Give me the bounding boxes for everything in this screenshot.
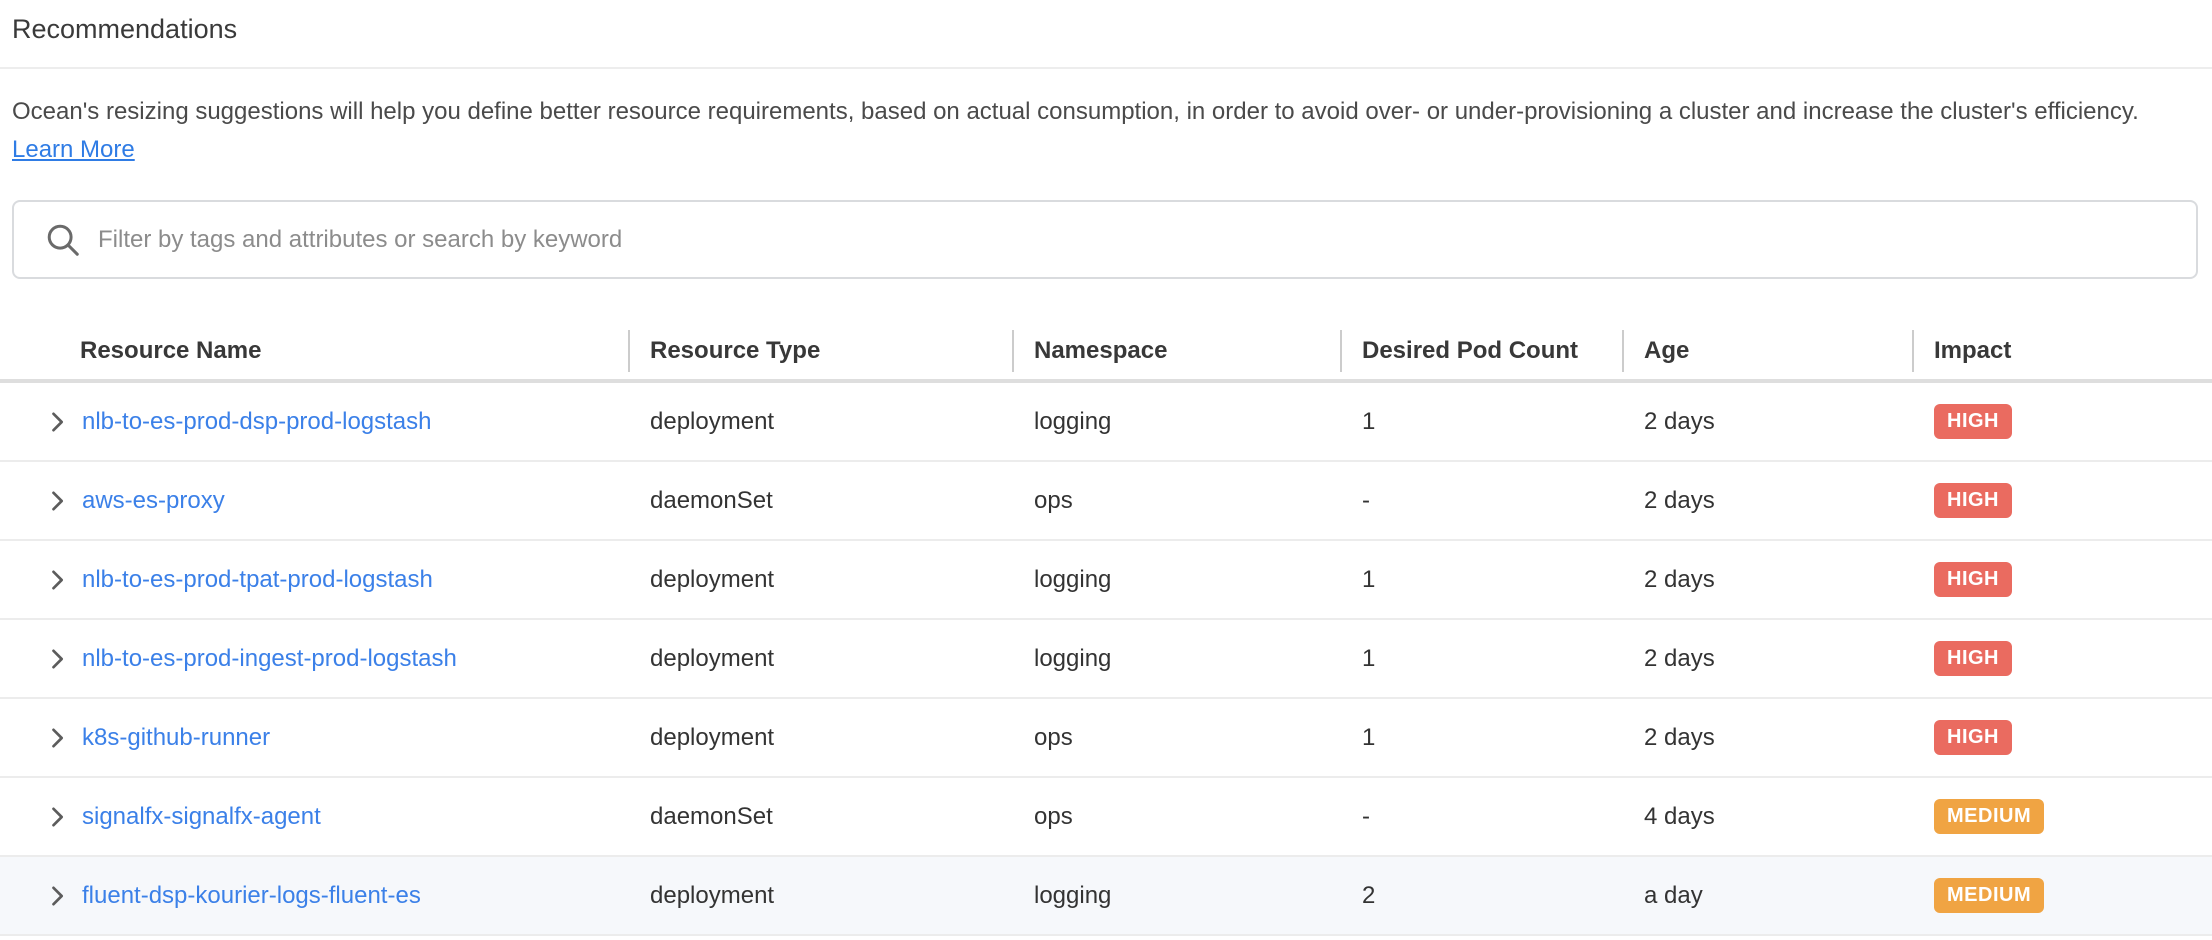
description-body: Ocean's resizing suggestions will help y… xyxy=(12,98,2139,125)
pod-count-cell: - xyxy=(1340,462,1622,539)
table-row[interactable]: aws-es-proxy daemonSet ops - 2 days HIGH xyxy=(0,462,2212,541)
resource-type-cell: deployment xyxy=(628,541,1012,618)
resource-name-cell: nlb-to-es-prod-ingest-prod-logstash xyxy=(0,620,628,697)
pod-count-cell: - xyxy=(1340,778,1622,855)
impact-badge: HIGH xyxy=(1934,483,2012,518)
resource-name-link[interactable]: aws-es-proxy xyxy=(82,487,225,515)
resource-name-link[interactable]: nlb-to-es-prod-dsp-prod-logstash xyxy=(82,408,432,436)
pod-count-cell: 1 xyxy=(1340,383,1622,460)
impact-cell: MEDIUM xyxy=(1912,857,2212,934)
age-cell: 2 days xyxy=(1622,541,1912,618)
resource-type-cell: daemonSet xyxy=(628,778,1012,855)
column-header-resource-name[interactable]: Resource Name xyxy=(0,323,628,379)
impact-cell: HIGH xyxy=(1912,541,2212,618)
title-divider xyxy=(0,67,2212,69)
age-cell: 4 days xyxy=(1622,778,1912,855)
namespace-cell: logging xyxy=(1012,620,1340,697)
impact-cell: HIGH xyxy=(1912,699,2212,776)
age-cell: 2 days xyxy=(1622,699,1912,776)
column-header-resource-type[interactable]: Resource Type xyxy=(628,323,1012,379)
column-header-impact[interactable]: Impact xyxy=(1912,323,2212,379)
table-row[interactable]: fluent-dsp-kourier-logs-fluent-es deploy… xyxy=(0,857,2212,936)
impact-badge: HIGH xyxy=(1934,641,2012,676)
column-header-age[interactable]: Age xyxy=(1622,323,1912,379)
namespace-cell: ops xyxy=(1012,778,1340,855)
pod-count-cell: 1 xyxy=(1340,699,1622,776)
resource-name-link[interactable]: nlb-to-es-prod-ingest-prod-logstash xyxy=(82,645,457,673)
namespace-cell: ops xyxy=(1012,462,1340,539)
chevron-right-icon[interactable] xyxy=(42,565,72,595)
table-row[interactable]: nlb-to-es-prod-dsp-prod-logstash deploym… xyxy=(0,383,2212,462)
page-title: Recommendations xyxy=(12,12,2212,46)
resource-name-cell: k8s-github-runner xyxy=(0,699,628,776)
impact-badge: HIGH xyxy=(1934,562,2012,597)
namespace-cell: logging xyxy=(1012,857,1340,934)
age-cell: 2 days xyxy=(1622,462,1912,539)
column-header-desired-pod-count[interactable]: Desired Pod Count xyxy=(1340,323,1622,379)
description-text: Ocean's resizing suggestions will help y… xyxy=(12,93,2188,169)
impact-badge: HIGH xyxy=(1934,720,2012,755)
resource-name-link[interactable]: k8s-github-runner xyxy=(82,724,270,752)
resource-type-cell: deployment xyxy=(628,857,1012,934)
resource-type-cell: deployment xyxy=(628,383,1012,460)
resource-name-link[interactable]: nlb-to-es-prod-tpat-prod-logstash xyxy=(82,566,433,594)
age-cell: a day xyxy=(1622,857,1912,934)
search-icon xyxy=(44,221,82,259)
namespace-cell: logging xyxy=(1012,541,1340,618)
resource-name-link[interactable]: signalfx-signalfx-agent xyxy=(82,803,321,831)
table-header: Resource Name Resource Type Namespace De… xyxy=(0,323,2212,383)
resource-name-cell: aws-es-proxy xyxy=(0,462,628,539)
resource-name-link[interactable]: fluent-dsp-kourier-logs-fluent-es xyxy=(82,882,421,910)
impact-cell: MEDIUM xyxy=(1912,778,2212,855)
namespace-cell: logging xyxy=(1012,383,1340,460)
column-header-namespace[interactable]: Namespace xyxy=(1012,323,1340,379)
chevron-right-icon[interactable] xyxy=(42,881,72,911)
resource-type-cell: deployment xyxy=(628,699,1012,776)
recommendations-page: Recommendations Ocean's resizing suggest… xyxy=(0,0,2212,940)
resource-type-cell: daemonSet xyxy=(628,462,1012,539)
table-body: nlb-to-es-prod-dsp-prod-logstash deploym… xyxy=(0,383,2212,936)
table-row[interactable]: k8s-github-runner deployment ops 1 2 day… xyxy=(0,699,2212,778)
age-cell: 2 days xyxy=(1622,620,1912,697)
chevron-right-icon[interactable] xyxy=(42,407,72,437)
chevron-right-icon[interactable] xyxy=(42,802,72,832)
table-row[interactable]: nlb-to-es-prod-ingest-prod-logstash depl… xyxy=(0,620,2212,699)
chevron-right-icon[interactable] xyxy=(42,723,72,753)
impact-badge: MEDIUM xyxy=(1934,878,2044,913)
search-input[interactable] xyxy=(98,226,2196,254)
age-cell: 2 days xyxy=(1622,383,1912,460)
search-bar[interactable] xyxy=(12,200,2198,279)
impact-cell: HIGH xyxy=(1912,462,2212,539)
impact-badge: MEDIUM xyxy=(1934,799,2044,834)
resource-name-cell: signalfx-signalfx-agent xyxy=(0,778,628,855)
pod-count-cell: 1 xyxy=(1340,620,1622,697)
impact-cell: HIGH xyxy=(1912,383,2212,460)
table-row[interactable]: nlb-to-es-prod-tpat-prod-logstash deploy… xyxy=(0,541,2212,620)
chevron-right-icon[interactable] xyxy=(42,486,72,516)
chevron-right-icon[interactable] xyxy=(42,644,72,674)
resource-type-cell: deployment xyxy=(628,620,1012,697)
resource-name-cell: fluent-dsp-kourier-logs-fluent-es xyxy=(0,857,628,934)
learn-more-link[interactable]: Learn More xyxy=(12,136,135,163)
resource-name-cell: nlb-to-es-prod-tpat-prod-logstash xyxy=(0,541,628,618)
resource-name-cell: nlb-to-es-prod-dsp-prod-logstash xyxy=(0,383,628,460)
impact-badge: HIGH xyxy=(1934,404,2012,439)
pod-count-cell: 2 xyxy=(1340,857,1622,934)
pod-count-cell: 1 xyxy=(1340,541,1622,618)
impact-cell: HIGH xyxy=(1912,620,2212,697)
namespace-cell: ops xyxy=(1012,699,1340,776)
table-row[interactable]: signalfx-signalfx-agent daemonSet ops - … xyxy=(0,778,2212,857)
